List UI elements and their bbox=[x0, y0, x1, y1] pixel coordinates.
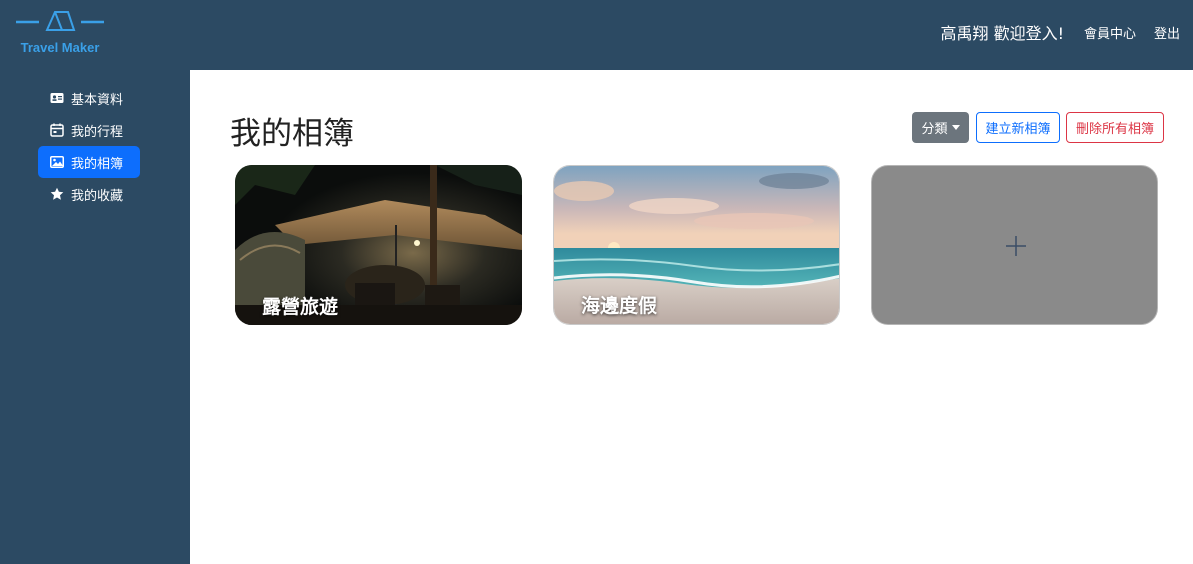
sidebar-item-albums[interactable]: 我的相簿 bbox=[38, 146, 140, 178]
add-album-card[interactable] bbox=[871, 165, 1158, 325]
sidebar-item-favorites[interactable]: 我的收藏 bbox=[38, 178, 140, 210]
caret-down-icon bbox=[951, 125, 960, 130]
id-card-icon bbox=[50, 91, 64, 105]
sidebar-item-profile[interactable]: 基本資料 bbox=[38, 82, 140, 114]
sidebar: 基本資料 我的行程 我的相簿 我的收藏 bbox=[0, 70, 190, 564]
sidebar-item-label: 我的收藏 bbox=[71, 188, 124, 204]
page-title: 我的相簿 bbox=[230, 116, 354, 152]
main-content: 我的相簿 分類 建立新相簿 刪除所有相簿 露營旅遊 海邊度假 bbox=[190, 70, 1193, 564]
plus-icon bbox=[1006, 236, 1026, 256]
logout-link[interactable]: 登出 bbox=[1154, 23, 1180, 42]
calendar-icon bbox=[50, 123, 64, 137]
create-album-button[interactable]: 建立新相簿 bbox=[976, 112, 1060, 143]
brand-logo[interactable]: Travel Maker bbox=[14, 8, 106, 60]
album-card-camping[interactable]: 露營旅遊 bbox=[235, 165, 522, 325]
album-title: 露營旅遊 bbox=[262, 296, 339, 318]
brand-name: Travel Maker bbox=[20, 40, 100, 55]
sidebar-item-label: 基本資料 bbox=[71, 92, 124, 108]
sidebar-item-itinerary[interactable]: 我的行程 bbox=[38, 114, 140, 146]
star-icon bbox=[50, 187, 64, 201]
sidebar-item-label: 我的相簿 bbox=[71, 156, 124, 172]
image-icon bbox=[50, 155, 64, 169]
category-dropdown-button[interactable]: 分類 bbox=[912, 112, 969, 143]
sidebar-item-label: 我的行程 bbox=[71, 124, 124, 140]
album-card-beach[interactable]: 海邊度假 bbox=[553, 165, 840, 325]
album-title: 海邊度假 bbox=[581, 295, 658, 317]
delete-all-albums-button[interactable]: 刪除所有相簿 bbox=[1066, 112, 1164, 143]
tent-logo-icon bbox=[16, 11, 104, 31]
welcome-message: 高禹翔 歡迎登入! bbox=[940, 24, 1064, 43]
top-navbar: Travel Maker 高禹翔 歡迎登入! 會員中心 登出 bbox=[0, 0, 1193, 70]
category-button-label: 分類 bbox=[921, 122, 948, 137]
member-center-link[interactable]: 會員中心 bbox=[1084, 23, 1136, 42]
